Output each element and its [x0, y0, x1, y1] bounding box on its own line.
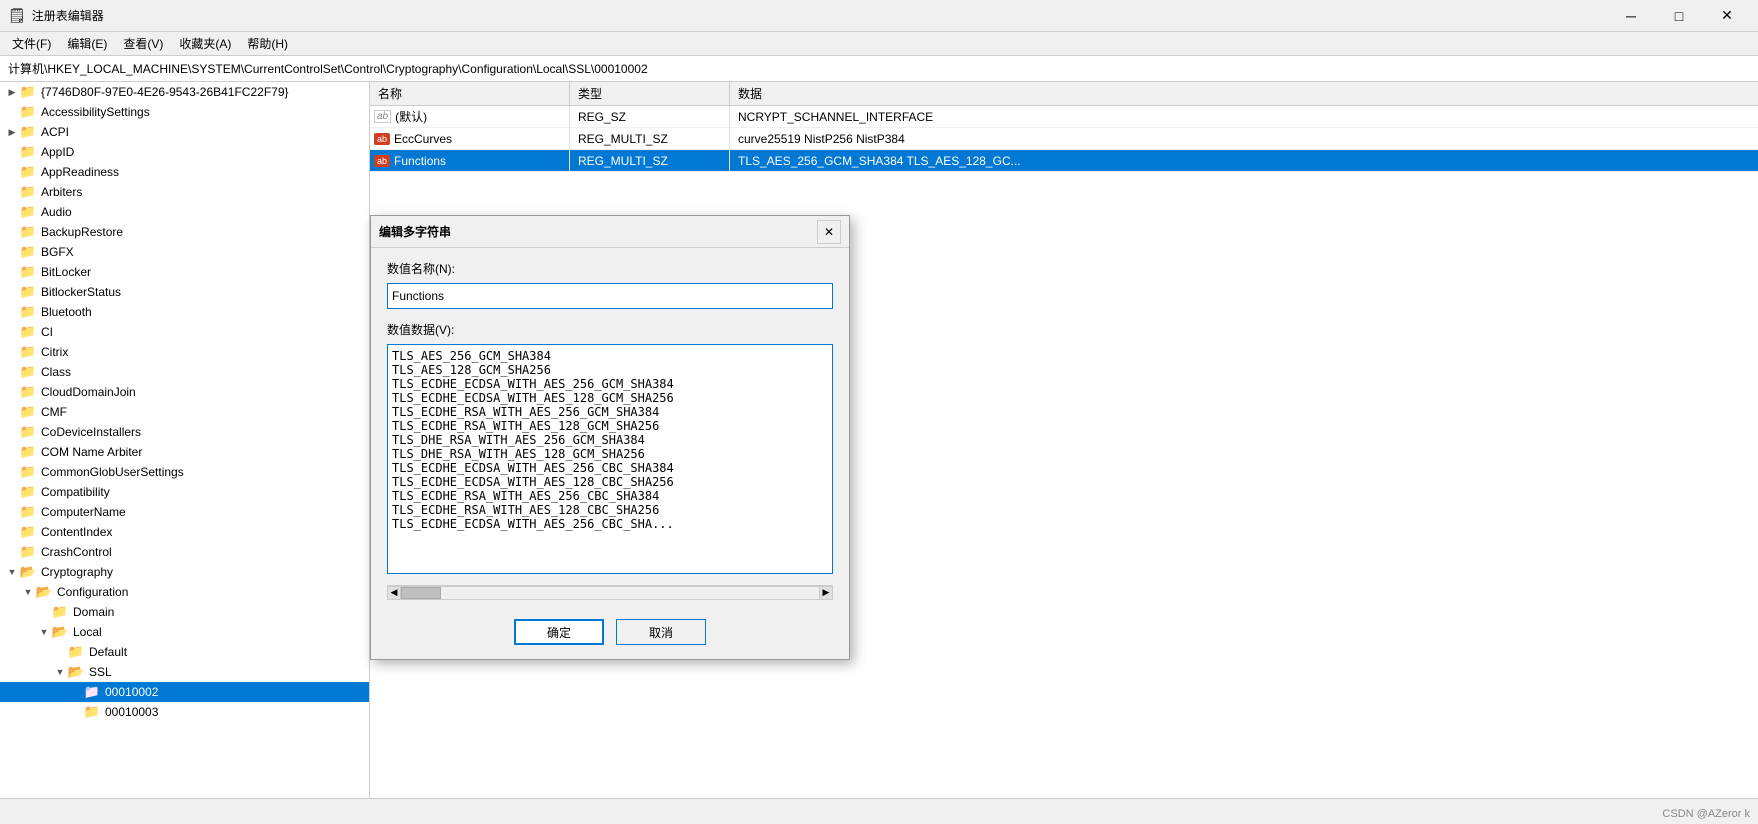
dialog-content: 数值名称(N): 数值数据(V): ◀ ▶ — [371, 248, 849, 611]
dialog-title-bar: 编辑多字符串 ✕ — [371, 216, 849, 248]
scroll-thumb[interactable] — [401, 587, 441, 599]
confirm-button[interactable]: 确定 — [514, 619, 604, 645]
value-data-textarea[interactable] — [387, 344, 833, 574]
dialog-close-button[interactable]: ✕ — [817, 220, 841, 244]
cancel-button[interactable]: 取消 — [616, 619, 706, 645]
dialog-title-text: 编辑多字符串 — [379, 223, 817, 240]
value-data-label: 数值数据(V): — [387, 321, 833, 338]
edit-multistring-dialog: 编辑多字符串 ✕ 数值名称(N): 数值数据(V): ◀ ▶ 确定 取消 — [370, 215, 850, 660]
scroll-left-button[interactable]: ◀ — [387, 586, 401, 600]
horizontal-scrollbar: ◀ ▶ — [387, 585, 833, 599]
value-name-label: 数值名称(N): — [387, 260, 833, 277]
scroll-right-button[interactable]: ▶ — [819, 586, 833, 600]
value-name-input[interactable] — [387, 283, 833, 309]
dialog-footer: 确定 取消 — [371, 611, 849, 659]
scroll-track — [401, 586, 819, 600]
value-data-container — [387, 344, 833, 577]
dialog-overlay: 编辑多字符串 ✕ 数值名称(N): 数值数据(V): ◀ ▶ 确定 取消 — [0, 0, 1758, 824]
